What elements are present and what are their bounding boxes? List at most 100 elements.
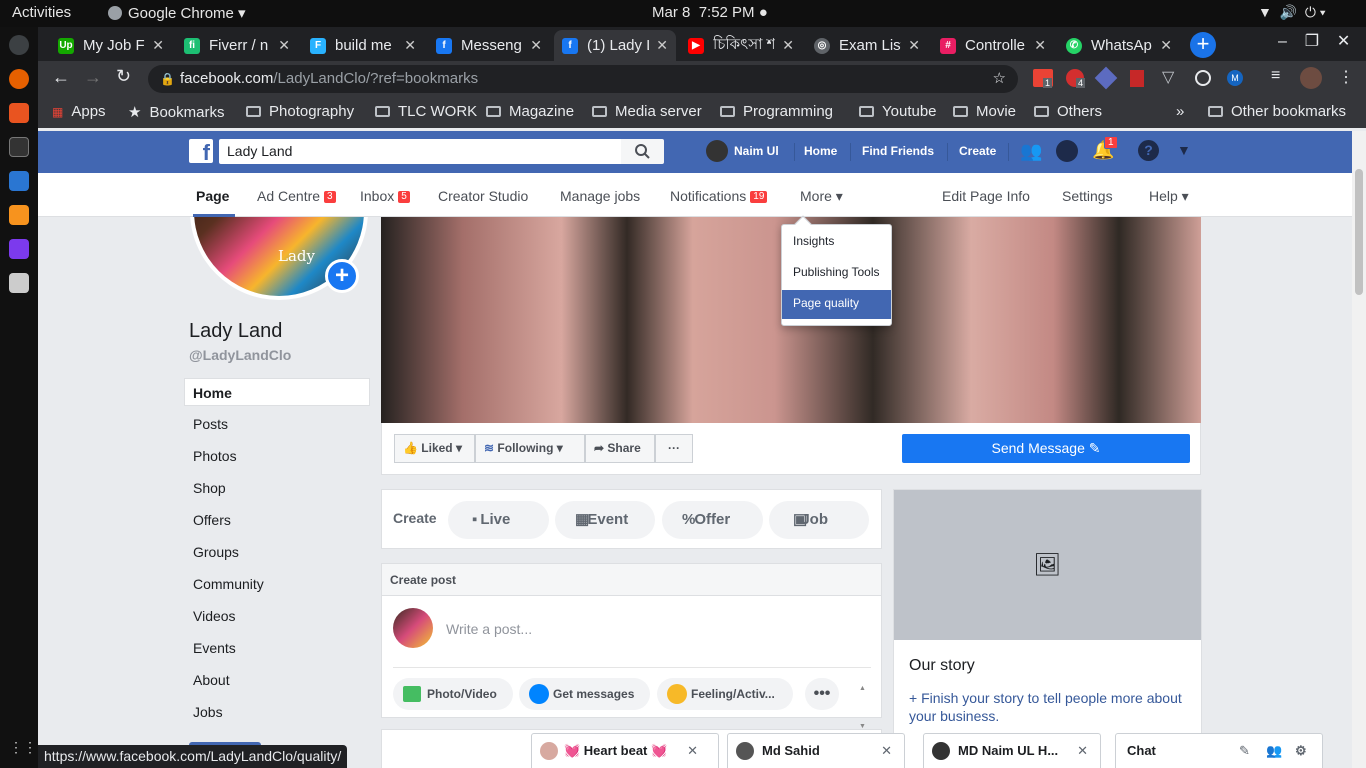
liked-button[interactable]: 👍 Liked ▾ [394,434,475,463]
account-menu-icon[interactable]: ▼ [1177,142,1191,158]
phpstorm-icon[interactable] [9,239,29,259]
nav-notifications[interactable]: Notifications 19 [670,188,768,204]
scrollbar-thumb[interactable] [1355,169,1363,295]
photo-video-button[interactable]: Photo/Video [393,678,513,710]
avatar[interactable] [706,140,728,162]
tab[interactable]: ▶ চিকিৎসা শ ✕ [680,30,802,61]
nav-creator-studio[interactable]: Creator Studio [438,188,528,204]
close-icon[interactable]: ✕ [278,37,290,54]
profile-link[interactable]: Naim Ul [734,144,779,158]
app-menu[interactable]: Google Chrome ▾ [108,4,246,22]
close-icon[interactable]: ✕ [656,37,668,54]
nav-home[interactable]: Home [804,144,837,158]
gmail-ext-icon[interactable]: 1 [1033,69,1053,88]
get-messages-button[interactable]: Get messages [519,678,650,710]
terminal-icon[interactable] [9,137,29,157]
sidebar-item-posts[interactable]: Posts [184,410,370,438]
firefox-icon[interactable] [9,69,29,89]
sidebar-item-jobs[interactable]: Jobs [184,698,370,726]
bookmark-folder[interactable]: TLC WORK [375,103,477,120]
finish-story-link[interactable]: + Finish your story to tell people more … [909,689,1189,725]
facebook-logo-icon[interactable]: f [189,139,213,165]
bookmark-folder[interactable]: Youtube [859,103,937,120]
extension-icon[interactable]: M [1227,70,1243,86]
sidebar-item-community[interactable]: Community [184,570,370,598]
post-scrollbar[interactable]: ▲ ▼ [859,670,868,730]
show-apps-icon[interactable]: ⋮⋮ [9,739,37,759]
compose-icon[interactable]: ✎ [1239,734,1250,767]
sidebar-item-shop[interactable]: Shop [184,474,370,502]
close-icon[interactable]: ✕ [908,37,920,54]
bookmark-folder[interactable]: Magazine [486,103,574,120]
send-message-button[interactable]: Send Message ✎ [902,434,1190,463]
chat-sidebar-tab[interactable]: Chat ✎ 👥 ⚙ [1115,733,1323,768]
help-icon[interactable]: ? [1138,140,1159,161]
tab[interactable]: ✆ WhatsAp ✕ [1058,30,1180,61]
more-actions-button[interactable]: ··· [655,434,693,463]
files-icon[interactable] [9,273,29,293]
activities-button[interactable]: Activities [12,4,71,21]
sidebar-item-events[interactable]: Events [184,634,370,662]
tab[interactable]: Up My Job F ✕ [50,30,172,61]
extension-icon[interactable] [1094,66,1118,90]
window-controls[interactable]: – ❐ ✕ [1278,31,1350,51]
menu-item-publishing-tools[interactable]: Publishing Tools [782,259,891,285]
close-icon[interactable]: ✕ [152,37,164,54]
nav-find-friends[interactable]: Find Friends [862,144,934,158]
add-photo-button[interactable]: + [325,259,359,293]
story-image-placeholder[interactable]: 🖼 [894,490,1201,640]
settings-gear-icon[interactable]: ⚙ [1295,734,1307,767]
nav-create[interactable]: Create [959,144,996,158]
extension-icon[interactable] [1195,70,1211,86]
close-icon[interactable]: ✕ [1034,37,1046,54]
sidebar-item-videos[interactable]: Videos [184,602,370,630]
sidebar-item-groups[interactable]: Groups [184,538,370,566]
bookmark-folder[interactable]: Movie [953,103,1016,120]
nav-inbox[interactable]: Inbox 5 [360,188,410,204]
create-job-button[interactable]: ▣ Job [769,501,869,539]
sidebar-item-offers[interactable]: Offers [184,506,370,534]
nav-edit-page-info[interactable]: Edit Page Info [942,188,1030,204]
menu-item-page-quality[interactable]: Page quality [782,290,891,319]
share-button[interactable]: ➦ Share [585,434,655,463]
tab-active[interactable]: f (1) Lady L ✕ [554,30,676,61]
forward-icon[interactable]: → [84,67,102,88]
bookmark-folder[interactable]: Programming [720,103,833,120]
tab[interactable]: fi Fiverr / n ✕ [176,30,298,61]
media-controls-icon[interactable]: ≡ [1271,67,1280,85]
tab[interactable]: # Controlle ✕ [932,30,1054,61]
software-center-icon[interactable] [9,103,29,123]
chat-tab[interactable]: Md Sahid ✕ [727,733,905,768]
chat-tab[interactable]: MD Naim UL H... ✕ [923,733,1101,768]
nav-more[interactable]: More ▾ [800,188,843,205]
clock[interactable]: Mar 8 7:52 PM ● [652,4,768,21]
create-live-button[interactable]: ▪ Live [448,501,549,539]
tab[interactable]: f Messeng ✕ [428,30,550,61]
nav-page[interactable]: Page [196,188,229,204]
notifications-icon[interactable]: 🔔 1 [1092,136,1118,161]
nav-help[interactable]: Help ▾ [1149,188,1189,205]
close-icon[interactable]: ✕ [530,37,542,54]
nav-ad-centre[interactable]: Ad Centre 3 [257,188,336,204]
text-editor-icon[interactable] [9,171,29,191]
extension-icon[interactable]: 4 [1066,69,1086,88]
system-tray[interactable]: ▼ 🔊 ⏻ ▾ [1258,4,1326,21]
bookmark-other[interactable]: Other bookmarks [1208,103,1346,120]
close-icon[interactable]: ✕ [687,734,698,767]
feeling-activity-button[interactable]: Feeling/Activ... [657,678,793,710]
more-bookmarks-icon[interactable]: » [1176,103,1184,120]
menu-icon[interactable]: ⋮ [1338,67,1354,87]
bookmark-folder[interactable]: Media server [592,103,702,120]
extension-icon[interactable] [1130,70,1144,87]
back-icon[interactable]: ← [52,67,70,88]
following-button[interactable]: ≋ Following ▾ [475,434,585,463]
page-title[interactable]: Lady Land [189,320,282,343]
post-input[interactable]: Write a post... [446,621,532,637]
messenger-icon[interactable] [1056,140,1078,162]
tab[interactable]: Fbuild me ✕ [302,30,424,61]
chrome-icon[interactable] [9,35,29,55]
close-icon[interactable]: ✕ [782,37,794,54]
address-bar[interactable]: 🔒 facebook.com/LadyLandClo/?ref=bookmark… [148,65,1018,93]
sidebar-item-about[interactable]: About [184,666,370,694]
close-icon[interactable]: ✕ [1077,734,1088,767]
